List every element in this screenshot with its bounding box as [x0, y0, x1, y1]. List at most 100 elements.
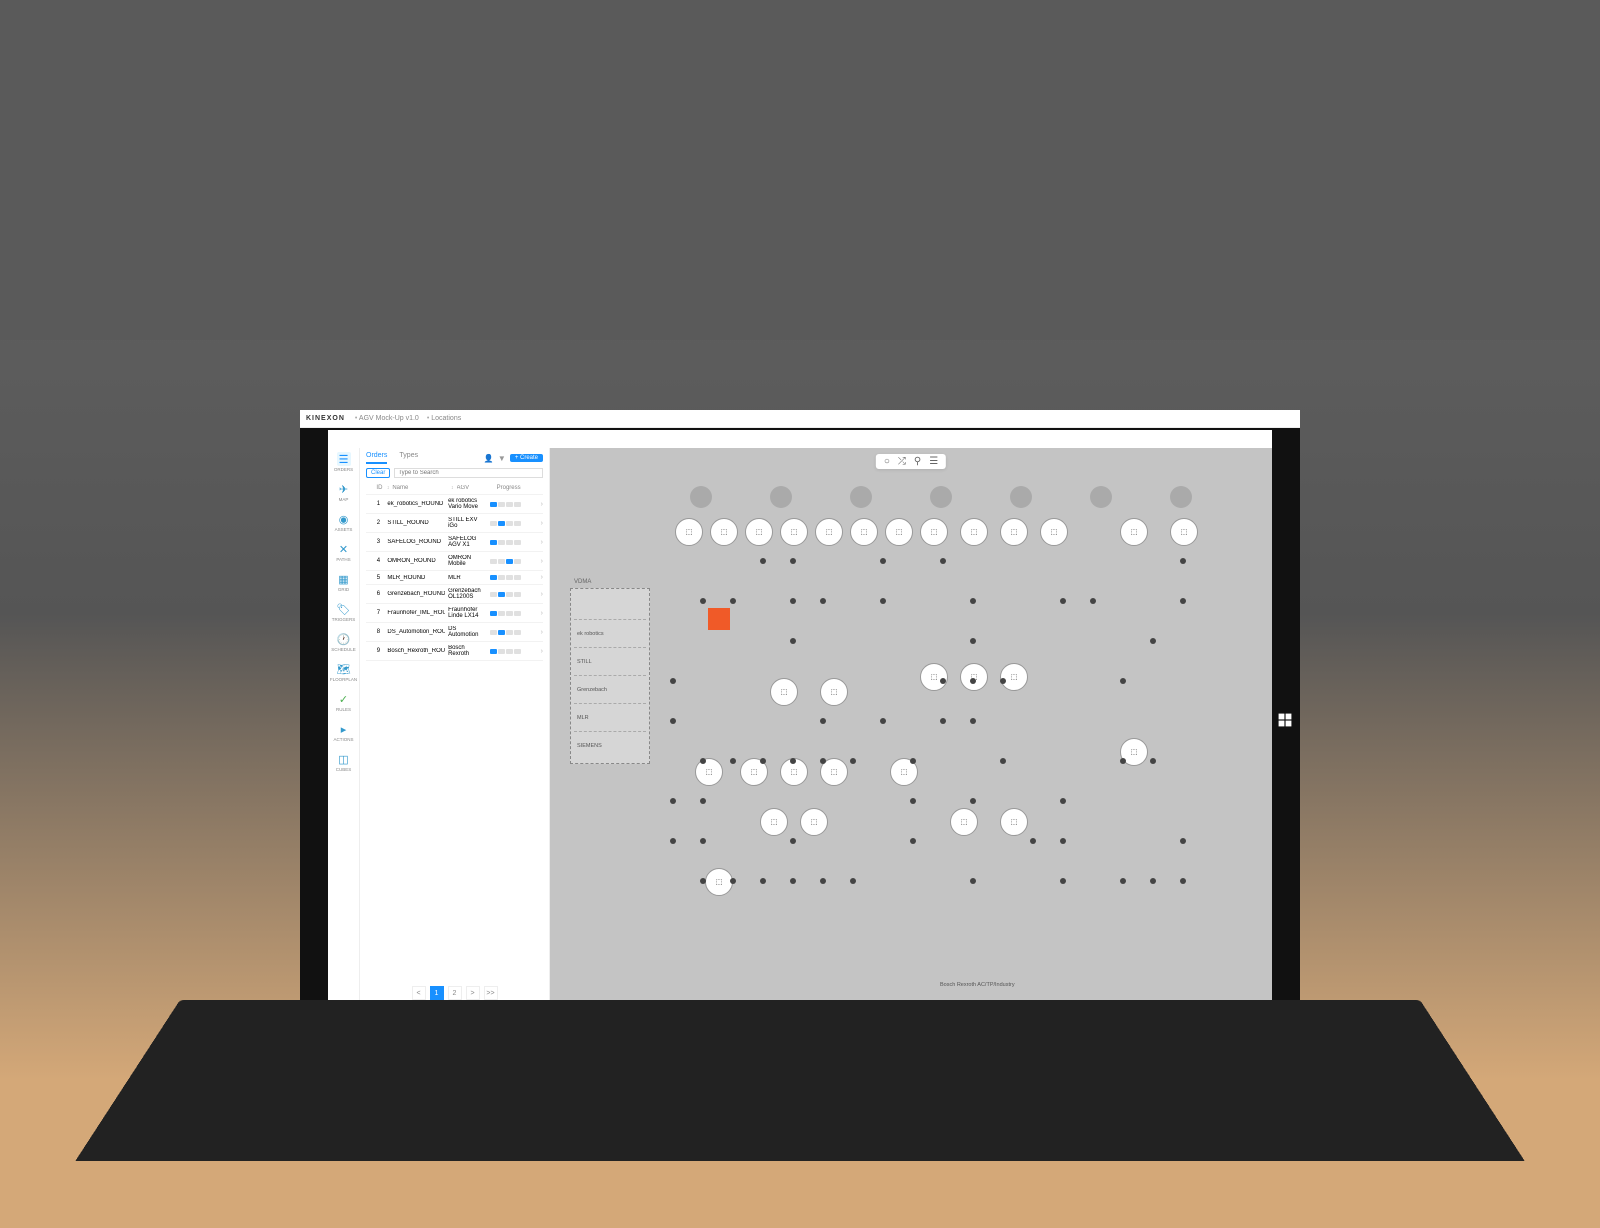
sidenav-actions[interactable]: ▸ ACTIONS [332, 722, 356, 742]
map-node[interactable] [820, 758, 826, 764]
map-node[interactable] [730, 878, 736, 884]
map-node[interactable] [820, 718, 826, 724]
map-station[interactable]: ⬚ [1000, 518, 1028, 546]
map-node[interactable] [820, 878, 826, 884]
expand-icon[interactable]: › [541, 610, 543, 617]
sidenav-paths[interactable]: ✕ PATHS [332, 542, 356, 562]
tool-shuffle-icon[interactable]: ⤮ [898, 456, 906, 467]
map-node[interactable] [1030, 838, 1036, 844]
map-node[interactable] [940, 678, 946, 684]
sidenav-triggers[interactable]: 🏷 TRIGGERS [332, 602, 356, 622]
map-node[interactable] [880, 598, 886, 604]
tab-orders[interactable]: Orders [366, 452, 387, 464]
map-station[interactable]: ⬚ [705, 868, 733, 896]
map-node[interactable] [850, 878, 856, 884]
tool-pin-icon[interactable]: ⚲ [914, 456, 921, 467]
map-node[interactable] [670, 718, 676, 724]
map-station[interactable]: ⬚ [710, 518, 738, 546]
map-node[interactable] [850, 758, 856, 764]
map-node[interactable] [1120, 758, 1126, 764]
map-node[interactable] [670, 838, 676, 844]
map-station[interactable]: ⬚ [675, 518, 703, 546]
map-node[interactable] [880, 558, 886, 564]
table-row[interactable]: 5 MLR_ROUND MLR › [366, 571, 543, 585]
map-node[interactable] [910, 798, 916, 804]
table-row[interactable]: 3 SAFELOG_ROUND SAFELOG AGV X1 › [366, 533, 543, 552]
expand-icon[interactable]: › [541, 574, 543, 581]
map-node[interactable] [760, 758, 766, 764]
page-1[interactable]: 1 [430, 986, 444, 1000]
map-node[interactable] [730, 758, 736, 764]
map-node[interactable] [1150, 638, 1156, 644]
sidenav-assets[interactable]: ◉ ASSETS [332, 512, 356, 532]
expand-icon[interactable]: › [541, 629, 543, 636]
map-station[interactable]: ⬚ [1170, 518, 1198, 546]
map-node[interactable] [1000, 678, 1006, 684]
tool-circle-icon[interactable]: ○ [884, 456, 890, 467]
map-node[interactable] [1180, 598, 1186, 604]
table-row[interactable]: 7 Fraunhofer_IML_ROUND Fraunhofer Linde … [366, 604, 543, 623]
vehicle-marker[interactable] [708, 608, 730, 630]
map-node[interactable] [1150, 878, 1156, 884]
table-row[interactable]: 9 Bosch_Rexroth_ROUND Bosch Rexroth › [366, 642, 543, 661]
table-row[interactable]: 2 STILL_ROUND STILL EXV iGo › [366, 514, 543, 533]
map-station[interactable]: ⬚ [745, 518, 773, 546]
sidenav-grid[interactable]: ▦ GRID [332, 572, 356, 592]
map-node[interactable] [790, 758, 796, 764]
map-node[interactable] [970, 798, 976, 804]
sidenav-rules[interactable]: ✓ RULES [332, 692, 356, 712]
map-node[interactable] [1060, 798, 1066, 804]
sidenav-cubes[interactable]: ◫ CUBES [332, 752, 356, 772]
map-node[interactable] [730, 598, 736, 604]
map-node[interactable] [700, 598, 706, 604]
map-station[interactable]: ⬚ [920, 663, 948, 691]
map-node[interactable] [790, 878, 796, 884]
map-node[interactable] [1150, 758, 1156, 764]
map-node[interactable] [1180, 838, 1186, 844]
map-node[interactable] [1090, 598, 1096, 604]
map-station[interactable]: ⬚ [800, 808, 828, 836]
user-icon[interactable]: 👤 [484, 454, 494, 463]
expand-icon[interactable]: › [541, 648, 543, 655]
search-input[interactable] [394, 468, 543, 478]
create-button[interactable]: + Create [510, 454, 543, 462]
map-viewport[interactable]: ○ ⤮ ⚲ ☰ VDMA ek robotics STILL Grenzebac… [550, 448, 1272, 1010]
page-last[interactable]: >> [484, 986, 498, 1000]
map-node[interactable] [940, 718, 946, 724]
col-progress[interactable]: Progress [497, 485, 543, 491]
map-node[interactable] [970, 598, 976, 604]
filter-icon[interactable]: ▼ [498, 454, 506, 463]
sort-icon[interactable]: ↕ [451, 485, 454, 491]
col-agv[interactable]: AGV [457, 485, 494, 491]
table-row[interactable]: 4 OMRON_ROUND OMRON Mobile › [366, 552, 543, 571]
map-node[interactable] [700, 878, 706, 884]
map-canvas[interactable]: VDMA ek robotics STILL Grenzebach MLR SI… [560, 478, 1262, 980]
clear-button[interactable]: Clear [366, 468, 390, 478]
map-node[interactable] [1120, 678, 1126, 684]
map-node[interactable] [910, 758, 916, 764]
map-station[interactable]: ⬚ [885, 518, 913, 546]
page-prev[interactable]: < [412, 986, 426, 1000]
map-node[interactable] [1000, 758, 1006, 764]
map-node[interactable] [1060, 598, 1066, 604]
map-node[interactable] [760, 558, 766, 564]
map-node[interactable] [970, 678, 976, 684]
map-node[interactable] [1180, 878, 1186, 884]
col-name[interactable]: Name [392, 485, 448, 491]
map-node[interactable] [970, 878, 976, 884]
map-station[interactable]: ⬚ [760, 808, 788, 836]
page-2[interactable]: 2 [448, 986, 462, 1000]
map-station[interactable]: ⬚ [950, 808, 978, 836]
map-node[interactable] [1060, 878, 1066, 884]
map-node[interactable] [760, 878, 766, 884]
map-station[interactable]: ⬚ [920, 518, 948, 546]
map-station[interactable]: ⬚ [1000, 808, 1028, 836]
map-node[interactable] [910, 838, 916, 844]
expand-icon[interactable]: › [541, 591, 543, 598]
map-node[interactable] [790, 598, 796, 604]
map-node[interactable] [880, 718, 886, 724]
map-node[interactable] [670, 678, 676, 684]
map-station[interactable]: ⬚ [820, 678, 848, 706]
expand-icon[interactable]: › [541, 558, 543, 565]
map-station[interactable]: ⬚ [850, 518, 878, 546]
